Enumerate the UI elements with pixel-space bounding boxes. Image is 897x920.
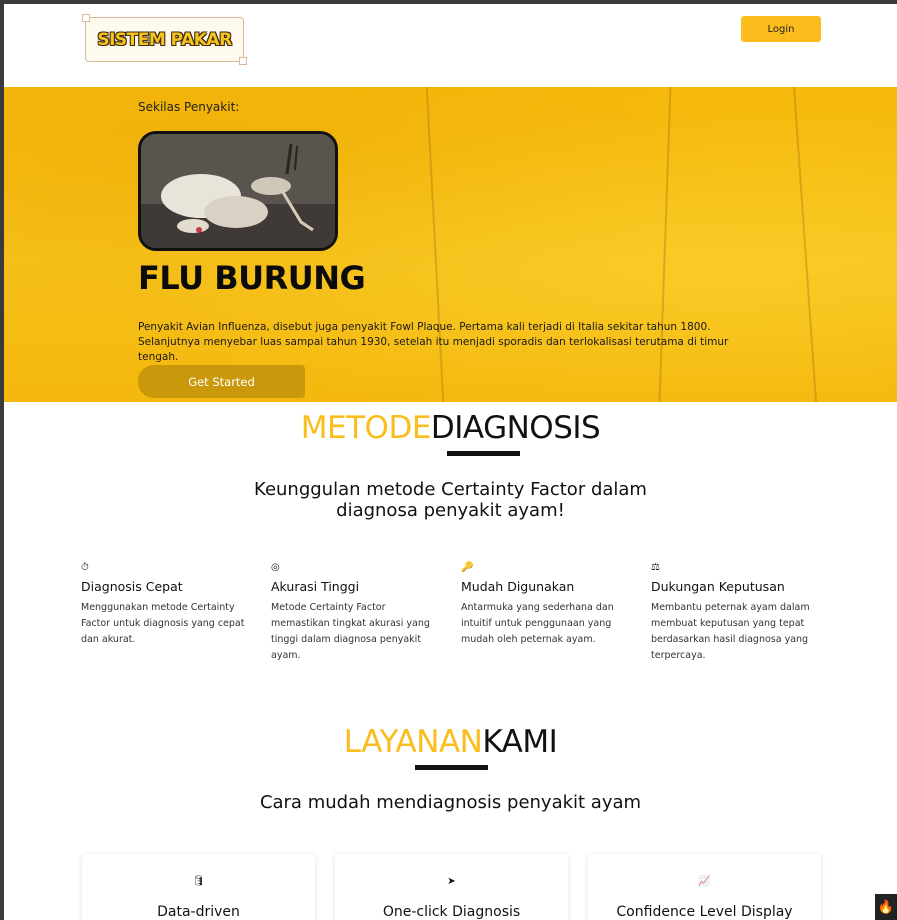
feature-title: Dukungan Keputusan: [651, 579, 785, 594]
metode-subtitle-line1: Keunggulan metode Certainty Factor dalam: [254, 479, 647, 500]
database-icon: 🛢: [192, 876, 205, 887]
logo[interactable]: SISTEM PAKAR: [82, 14, 247, 65]
cursor-icon: ➤: [447, 876, 456, 887]
metode-title-highlight: METODE: [300, 410, 432, 446]
feature-mudah-digunakan: 🔑 Mudah Digunakan Antarmuka yang sederha…: [461, 562, 633, 648]
metode-subtitle: Keunggulan metode Certainty Factor dalam…: [4, 479, 897, 521]
feature-desc: Antarmuka yang sederhana dan intuitif un…: [461, 602, 614, 645]
layanan-subtitle: Cara mudah mendiagnosis penyakit ayam: [259, 792, 642, 813]
get-started-button[interactable]: Get Started: [138, 365, 305, 398]
stopwatch-icon: ⏱: [81, 562, 89, 573]
feature-akurasi-tinggi: ◎ Akurasi Tinggi Metode Certainty Factor…: [271, 562, 443, 664]
metode-title-rest: DIAGNOSIS: [430, 410, 601, 446]
feature-dukungan-keputusan: ⚖ Dukungan Keputusan Membantu peternak a…: [651, 562, 823, 664]
feature-desc: Menggunakan metode Certainty Factor untu…: [81, 602, 245, 645]
layanan-title-rest: KAMI: [482, 724, 558, 760]
metode-title: METODEDIAGNOSIS: [4, 410, 897, 446]
service-card-title: Data-driven: [157, 904, 240, 920]
navbar: SISTEM PAKAR Login: [4, 4, 897, 87]
hero-title: FLU BURUNG: [138, 259, 366, 297]
layanan-title-highlight: LAYANAN: [343, 724, 483, 760]
page: SISTEM PAKAR Login Sekilas Penyakit: FLU: [4, 4, 897, 920]
feature-desc: Membantu peternak ayam dalam membuat kep…: [651, 602, 810, 661]
metode-subtitle-line2: diagnosa penyakit ayam!: [336, 500, 565, 521]
hero-texture: [792, 87, 818, 402]
hero-section: Sekilas Penyakit: FLU BURUNG Penyakit Av…: [4, 87, 897, 402]
scale-icon: ⚖: [651, 562, 660, 573]
feature-title: Diagnosis Cepat: [81, 579, 183, 594]
layanan-title: LAYANANKAMI: [4, 724, 897, 760]
login-button[interactable]: Login: [741, 16, 821, 42]
disease-photo: [138, 131, 338, 251]
feature-desc: Metode Certainty Factor memastikan tingk…: [271, 602, 430, 661]
service-card-data-driven[interactable]: 🛢 Data-driven: [82, 854, 315, 920]
service-card-title: One-click Diagnosis: [382, 904, 521, 920]
hero-description: Penyakit Avian Influenza, disebut juga p…: [138, 321, 729, 363]
key-icon: 🔑: [461, 562, 474, 573]
service-card-confidence[interactable]: 📈 Confidence Level Display: [588, 854, 821, 920]
logo-text: SISTEM PAKAR: [97, 29, 232, 50]
feature-title: Akurasi Tinggi: [271, 579, 360, 594]
metode-underline: [447, 451, 520, 456]
feature-diagnosis-cepat: ⏱ Diagnosis Cepat Menggunakan metode Cer…: [81, 562, 253, 648]
service-card-one-click[interactable]: ➤ One-click Diagnosis: [335, 854, 568, 920]
feature-title: Mudah Digunakan: [461, 579, 575, 594]
chicken-illustration: [141, 134, 335, 248]
service-card-title: Confidence Level Display: [616, 904, 793, 920]
target-icon: ◎: [271, 562, 280, 573]
flame-icon[interactable]: 🔥: [875, 894, 897, 920]
layanan-underline: [415, 765, 488, 770]
hero-kicker: Sekilas Penyakit:: [138, 100, 240, 114]
chart-icon: 📈: [698, 876, 711, 887]
